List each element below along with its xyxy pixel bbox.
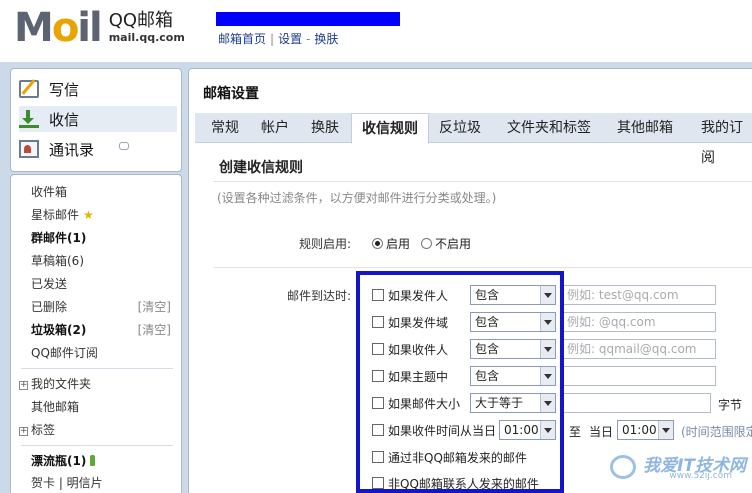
tab-receive-rules[interactable]: 收信规则	[351, 113, 429, 144]
folder-sent[interactable]: 已发送	[31, 273, 179, 295]
site-watermark: 我爱IT技术网 www.52ij.com	[610, 451, 750, 487]
bottle-icon	[90, 455, 96, 466]
my-folders-toggle[interactable]: + 我的文件夹	[19, 373, 167, 395]
link-separator: |	[270, 32, 275, 46]
tab-account[interactable]: 帐户	[251, 113, 299, 143]
download-icon	[19, 110, 39, 128]
highlight-frame	[356, 271, 564, 493]
radio-checked[interactable]	[372, 238, 383, 249]
header: Moil QQ邮箱 mail.qq.com 邮箱首页 | 设置 - 换肤	[0, 0, 752, 62]
compose-label: 写信	[49, 80, 80, 99]
recipient-input[interactable]: 例如: qqmail@qq.com	[561, 339, 716, 359]
sender-input[interactable]: 例如: test@qq.com	[561, 285, 716, 305]
section-hint: (设置各种过滤条件，以方便对邮件进行分类或处理。)	[217, 191, 497, 205]
clear-deleted-link[interactable]: [清空]	[138, 296, 171, 318]
link-mail-home[interactable]: 邮箱首页	[218, 32, 266, 46]
sidebar-folders: 收件箱 星标邮件 ★ 群邮件(1) 草稿箱(6) 已发送 已删除 [清空] 垃圾箱(…	[10, 174, 182, 493]
folder-deleted-label: 已删除	[31, 300, 68, 314]
section-divider	[213, 267, 752, 268]
folder-spam[interactable]: 垃圾箱(2) [清空]	[31, 319, 179, 341]
radio-unchecked[interactable]	[421, 238, 432, 249]
clear-spam-link[interactable]: [清空]	[138, 319, 171, 341]
section-divider	[213, 181, 752, 182]
folder-other-mail[interactable]: 其他邮箱	[31, 396, 179, 418]
time-day-label: 当日	[589, 425, 614, 439]
chevron-down-icon[interactable]	[658, 421, 673, 439]
tags-label: 标签	[31, 423, 56, 437]
folder-group[interactable]: 群邮件(1)	[31, 227, 179, 249]
time-to-value: 01:00	[622, 423, 657, 437]
logo-brand: QQ邮箱	[108, 10, 174, 31]
sidebar-actions: 写信 收信 通讯录	[10, 68, 182, 172]
enable-on-label: 启用	[386, 237, 411, 251]
greeting-cards[interactable]: 贺卡 | 明信片	[31, 472, 179, 493]
size-input[interactable]	[561, 393, 711, 413]
tab-other-mail[interactable]: 其他邮箱	[607, 113, 683, 143]
logo-mail-wordmark: Moil	[14, 5, 103, 51]
sidebar-divider	[21, 368, 173, 369]
size-unit: 字节	[718, 398, 743, 412]
subject-input[interactable]	[561, 366, 716, 386]
sidebar-divider	[21, 445, 173, 446]
watermark-url: www.52ij.com	[669, 471, 732, 481]
qq-mail-logo[interactable]: Moil QQ邮箱 mail.qq.com	[14, 6, 185, 50]
enable-off-radio[interactable]: 不启用	[421, 235, 471, 252]
tab-anti-spam[interactable]: 反垃圾	[429, 113, 491, 143]
star-icon: ★	[83, 208, 94, 222]
link-settings[interactable]: 设置	[278, 32, 302, 46]
watermark-logo-icon	[610, 455, 636, 479]
drift-bottle-label: 漂流瓶(1)	[31, 454, 87, 468]
link-separator: -	[306, 32, 311, 46]
tab-general[interactable]: 常规	[201, 113, 249, 143]
pencil-icon	[19, 80, 39, 98]
contacts-label: 通讯录	[49, 140, 95, 159]
time-range-hint: (时间范围限定	[681, 425, 752, 439]
tab-skin[interactable]: 换肤	[301, 113, 349, 143]
receive-button[interactable]: 收信	[19, 106, 177, 132]
enable-off-label: 不启用	[435, 237, 472, 251]
time-to-select[interactable]: 01:00	[617, 420, 674, 440]
tab-folders-tags[interactable]: 文件夹和标签	[497, 113, 601, 143]
folder-inbox[interactable]: 收件箱	[31, 181, 179, 203]
arrive-label: 邮件到达时:	[286, 289, 351, 303]
sender-domain-input[interactable]: 例如: @qq.com	[561, 312, 716, 332]
folder-spam-label: 垃圾箱(2)	[31, 323, 87, 337]
page-title: 邮箱设置	[203, 86, 259, 102]
enable-on-radio[interactable]: 启用	[372, 235, 410, 252]
drift-bottle[interactable]: 漂流瓶(1)	[31, 450, 179, 472]
folder-starred-label: 星标邮件	[31, 208, 80, 222]
tags-toggle[interactable]: + 标签	[19, 419, 167, 441]
folder-subscription[interactable]: QQ邮件订阅	[31, 342, 179, 364]
tab-subscriptions[interactable]: 我的订阅	[691, 113, 752, 166]
folder-starred[interactable]: 星标邮件 ★	[31, 204, 179, 226]
contacts-button[interactable]: 通讯录	[19, 136, 177, 162]
link-skin[interactable]: 换肤	[314, 32, 338, 46]
time-to-label: 至	[569, 425, 582, 439]
expand-plus-icon[interactable]: +	[19, 381, 28, 390]
contacts-icon	[19, 140, 39, 158]
settings-tabs: 常规 帐户 换肤 收信规则 反垃圾 文件夹和标签 其他邮箱 我的订阅	[195, 113, 752, 166]
receive-label: 收信	[49, 110, 80, 129]
folder-deleted[interactable]: 已删除 [清空]	[31, 296, 179, 318]
enable-label: 规则启用:	[298, 237, 351, 251]
my-folders-label: 我的文件夹	[31, 377, 92, 391]
section-title: 创建收信规则	[219, 160, 303, 176]
folder-drafts[interactable]: 草稿箱(6)	[31, 250, 179, 272]
compose-button[interactable]: 写信	[19, 76, 177, 102]
chat-bubble-icon[interactable]	[119, 142, 129, 150]
redacted-account-bar	[216, 12, 400, 26]
logo-domain: mail.qq.com	[108, 31, 185, 44]
expand-plus-icon[interactable]: +	[19, 427, 28, 436]
top-links: 邮箱首页 | 设置 - 换肤	[218, 30, 338, 47]
